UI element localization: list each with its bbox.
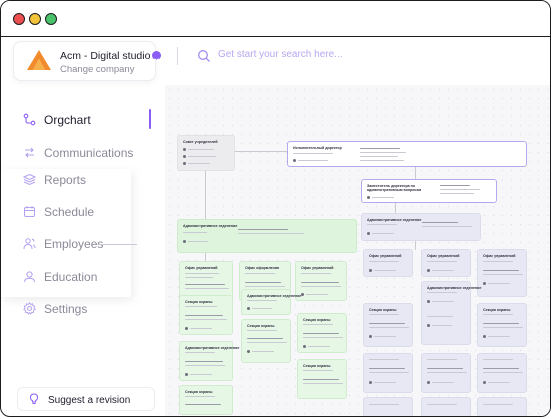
search-input[interactable]: Get start your search here... bbox=[218, 49, 343, 60]
close-window-button[interactable] bbox=[13, 13, 25, 25]
node-section-7[interactable]: Секция охраны bbox=[297, 359, 347, 399]
node-section-1[interactable]: Секция охраны bbox=[179, 295, 233, 335]
node-title: Офис управлений bbox=[301, 266, 334, 270]
connector bbox=[235, 151, 287, 152]
active-indicator bbox=[149, 109, 151, 129]
node-deputy[interactable]: Заместитель директора по административны… bbox=[361, 179, 497, 203]
sidebar-item-education[interactable]: Education bbox=[1, 266, 151, 288]
node-office-6[interactable]: Офис управлений bbox=[477, 249, 527, 297]
sidebar-item-label: Communications bbox=[44, 146, 134, 160]
education-icon bbox=[24, 271, 35, 283]
sidebar-item-schedule[interactable]: Schedule bbox=[1, 201, 151, 223]
node-title: Секция охраны bbox=[185, 390, 213, 394]
sidebar-item-reports[interactable]: Reports bbox=[1, 169, 151, 191]
node-section-3[interactable]: Секция охраны bbox=[297, 313, 347, 353]
node-title: Совет учредителей bbox=[183, 140, 218, 144]
node-director[interactable]: Исполнительный директор bbox=[287, 141, 527, 167]
calendar-icon bbox=[24, 206, 35, 217]
title-bar bbox=[1, 1, 550, 37]
gear-icon bbox=[23, 302, 36, 315]
node-title: Офис управлений bbox=[185, 266, 218, 270]
node-title: Секция охраны bbox=[303, 318, 331, 322]
node-section-12[interactable] bbox=[421, 353, 471, 393]
search-icon bbox=[198, 50, 210, 62]
search-bar[interactable]: Get start your search here... bbox=[197, 47, 537, 65]
node-title: Секция охраны bbox=[369, 308, 397, 312]
node-title: Секция охраны bbox=[303, 364, 331, 368]
node-section-6[interactable]: Секция охраны bbox=[179, 385, 233, 415]
node-section-11[interactable] bbox=[363, 353, 413, 393]
node-council[interactable]: Совет учредителей bbox=[177, 135, 235, 171]
node-section-13[interactable] bbox=[477, 353, 527, 393]
node-title: Офис управлений bbox=[427, 254, 460, 258]
node-section-14[interactable] bbox=[363, 397, 413, 416]
node-title: Исполнительный директор bbox=[293, 146, 342, 150]
sidebar-item-label: Settings bbox=[44, 302, 88, 316]
node-section-4[interactable]: Секция охраны bbox=[241, 319, 291, 363]
node-section-5[interactable]: Административное отделение bbox=[179, 341, 239, 381]
communications-icon bbox=[25, 147, 34, 158]
node-title: Административное отделение bbox=[367, 218, 422, 222]
node-section-16[interactable] bbox=[477, 397, 527, 416]
sidebar-item-label: Education bbox=[44, 270, 98, 284]
node-title: Административное отделение bbox=[185, 346, 240, 350]
connector bbox=[205, 167, 206, 219]
node-title: Секция охраны bbox=[185, 300, 213, 304]
node-title: Офис управлений bbox=[483, 254, 516, 258]
node-office-3[interactable]: Офис управлений bbox=[295, 261, 347, 301]
orgchart-canvas[interactable]: Совет учредителей Исполнительный директо… bbox=[165, 85, 550, 416]
company-name: Acm - Digital studio bbox=[60, 50, 151, 62]
sidebar-item-label: Schedule bbox=[44, 205, 95, 219]
chevron-down-icon[interactable] bbox=[152, 51, 161, 62]
maximize-window-button[interactable] bbox=[45, 13, 57, 25]
sidebar-item-orgchart[interactable]: Orgchart bbox=[1, 109, 151, 131]
suggest-revision-button[interactable]: Suggest a revision bbox=[17, 387, 155, 411]
node-admin-green[interactable]: Административное отделение bbox=[177, 219, 357, 253]
sidebar-item-label: Employees bbox=[44, 237, 104, 251]
node-title: Секция охраны bbox=[247, 324, 275, 328]
node-title: Секция охраны bbox=[483, 308, 511, 312]
reports-icon bbox=[23, 173, 36, 186]
node-section-9[interactable]: Административное отделение bbox=[421, 281, 481, 345]
change-company-link[interactable]: Change company bbox=[60, 64, 134, 75]
app-window: Acm - Digital studio Change company Get … bbox=[0, 0, 551, 417]
node-title: Офис управлений bbox=[369, 254, 402, 258]
sidebar-item-label: Orgchart bbox=[44, 113, 91, 127]
orgchart-icon bbox=[23, 113, 36, 126]
company-logo-icon bbox=[27, 50, 51, 70]
node-section-8[interactable]: Секция охраны bbox=[363, 303, 413, 347]
node-title: Заместитель директора по административны… bbox=[367, 184, 422, 193]
company-switcher[interactable]: Acm - Digital studio Change company bbox=[13, 41, 161, 81]
employees-connector bbox=[97, 244, 137, 245]
header-divider bbox=[177, 47, 178, 65]
node-section-2[interactable]: Административное отделение bbox=[241, 289, 301, 315]
node-section-15[interactable] bbox=[421, 397, 471, 416]
node-title: Административное отделение bbox=[183, 224, 238, 228]
node-title: Офис оформления bbox=[245, 266, 280, 270]
node-office-4[interactable]: Офис управлений bbox=[363, 249, 413, 277]
sidebar-item-communications[interactable]: Communications bbox=[1, 142, 151, 164]
connector bbox=[415, 165, 416, 179]
connector bbox=[395, 203, 396, 213]
node-office-5[interactable]: Офис управлений bbox=[421, 249, 471, 277]
node-title: Административное отделение bbox=[247, 294, 302, 298]
employees-icon bbox=[23, 238, 36, 250]
minimize-window-button[interactable] bbox=[29, 13, 41, 25]
node-admin-lav[interactable]: Административное отделение bbox=[361, 213, 481, 241]
node-section-10[interactable]: Секция охраны bbox=[477, 303, 527, 347]
suggest-revision-label: Suggest a revision bbox=[48, 395, 131, 406]
lightbulb-icon bbox=[29, 393, 39, 404]
sidebar-item-settings[interactable]: Settings bbox=[1, 298, 151, 320]
sidebar-item-label: Reports bbox=[44, 173, 87, 187]
node-title: Административное отделение bbox=[427, 286, 482, 290]
connector bbox=[415, 240, 416, 250]
